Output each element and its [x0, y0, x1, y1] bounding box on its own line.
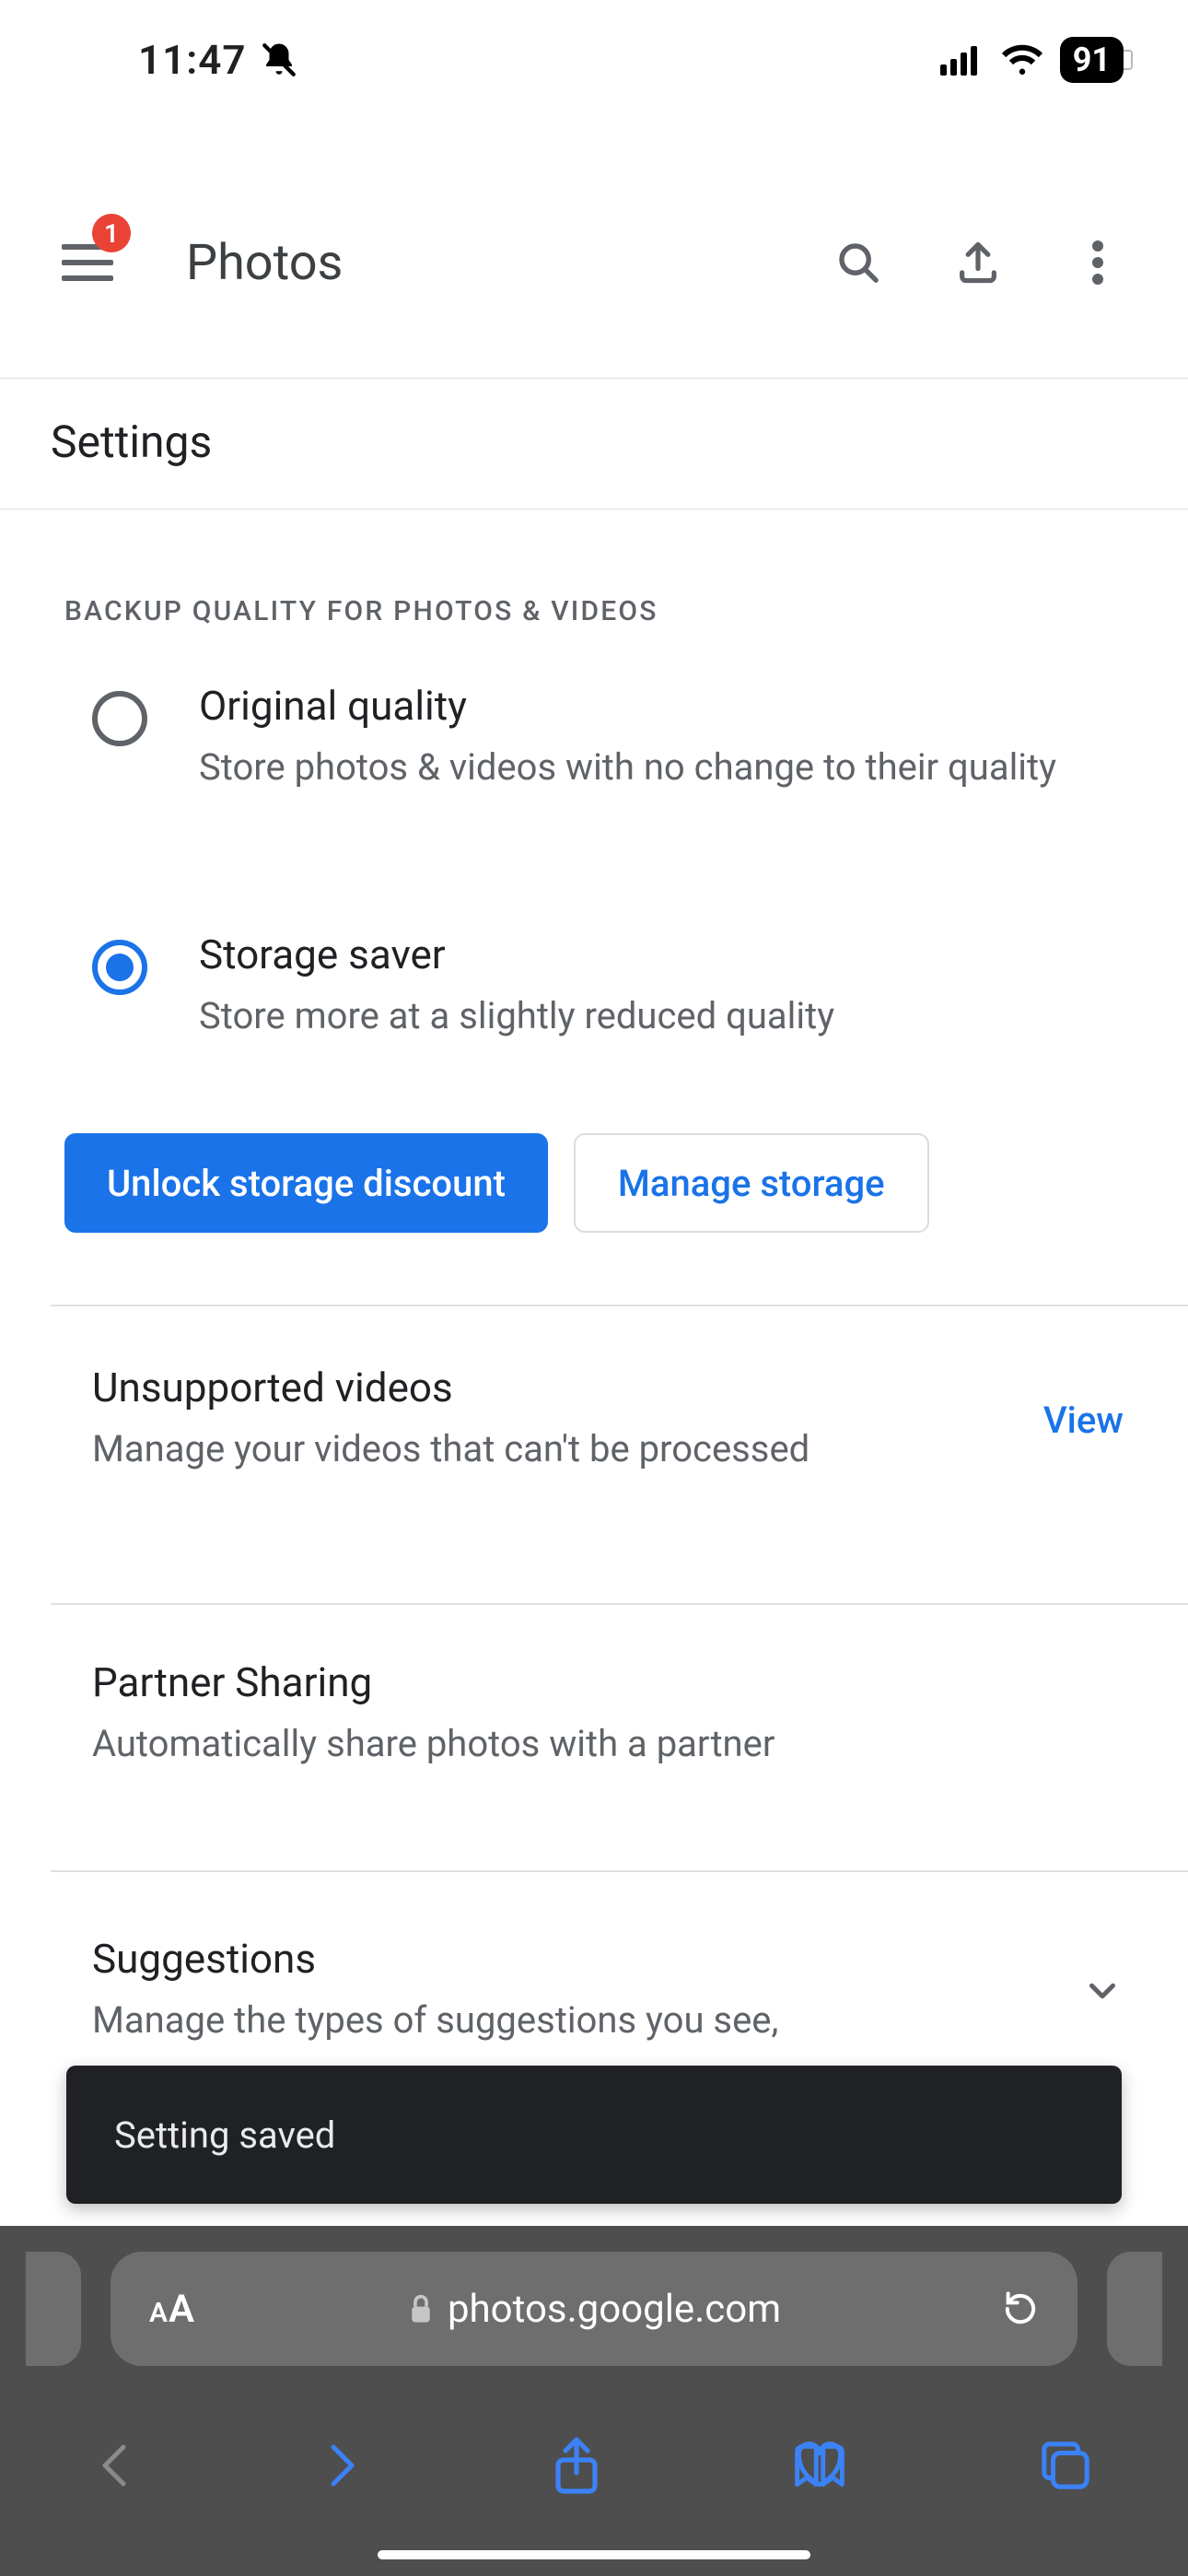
- page-title: Settings: [0, 378, 1188, 509]
- radio-row-original-quality[interactable]: Original quality Store photos & videos w…: [0, 682, 1188, 794]
- browser-chrome: AA photos.google.com: [0, 2226, 1188, 2576]
- url-text: photos.google.com: [448, 2287, 781, 2332]
- cellular-icon: [940, 44, 984, 76]
- search-icon[interactable]: [831, 235, 886, 290]
- tabs-icon[interactable]: [1039, 2439, 1092, 2492]
- row-title: Unsupported videos: [92, 1364, 1043, 1411]
- browser-toolbar: [0, 2401, 1188, 2530]
- address-bar[interactable]: AA photos.google.com: [111, 2252, 1077, 2366]
- forward-icon[interactable]: [324, 2441, 361, 2490]
- section-header-backup-quality: BACKUP QUALITY FOR PHOTOS & VIDEOS: [0, 562, 1188, 661]
- radio-title: Storage saver: [199, 931, 1124, 978]
- unlock-storage-discount-button[interactable]: Unlock storage discount: [64, 1133, 548, 1233]
- tab-peek-right[interactable]: [1107, 2252, 1162, 2366]
- app-title: Photos: [186, 234, 831, 292]
- row-subtitle: Automatically share photos with a partne…: [92, 1717, 903, 1771]
- button-row: Unlock storage discount Manage storage: [64, 1133, 929, 1233]
- share-icon[interactable]: [553, 2436, 600, 2495]
- radio-subtitle: Store more at a slightly reduced quality: [199, 989, 1124, 1043]
- status-time: 11:47: [138, 36, 247, 84]
- app-header: 1 Photos: [0, 193, 1188, 332]
- home-indicator[interactable]: [378, 2550, 810, 2559]
- upload-icon[interactable]: [950, 235, 1006, 290]
- bookmarks-icon[interactable]: [792, 2441, 847, 2490]
- battery-indicator: 91: [1060, 37, 1124, 83]
- row-title: Suggestions: [92, 1935, 1063, 1983]
- tab-peek-left[interactable]: [26, 2252, 81, 2366]
- view-link[interactable]: View: [1043, 1399, 1124, 1442]
- divider: [51, 1603, 1188, 1605]
- row-suggestions[interactable]: Suggestions Manage the types of suggesti…: [0, 1935, 1188, 2047]
- text-size-button[interactable]: AA: [149, 2287, 195, 2332]
- radio-title: Original quality: [199, 682, 1124, 730]
- silent-bell-icon: [260, 41, 298, 79]
- radio-checked-icon[interactable]: [92, 940, 147, 995]
- row-subtitle: Manage your videos that can't be process…: [92, 1423, 903, 1476]
- menu-button[interactable]: 1: [55, 230, 120, 295]
- row-subtitle: Manage the types of suggestions you see,: [92, 1994, 903, 2047]
- row-unsupported-videos[interactable]: Unsupported videos Manage your videos th…: [0, 1364, 1188, 1476]
- chevron-down-icon[interactable]: [1081, 1970, 1124, 2012]
- refresh-icon[interactable]: [1002, 2290, 1039, 2327]
- wifi-icon: [1001, 44, 1043, 76]
- divider: [51, 1305, 1188, 1306]
- manage-storage-button[interactable]: Manage storage: [574, 1133, 929, 1233]
- radio-row-storage-saver[interactable]: Storage saver Store more at a slightly r…: [0, 931, 1188, 1043]
- row-partner-sharing[interactable]: Partner Sharing Automatically share phot…: [0, 1658, 1188, 1771]
- toast-setting-saved: Setting saved: [66, 2066, 1122, 2204]
- lock-icon: [407, 2293, 435, 2324]
- row-title: Partner Sharing: [92, 1658, 1124, 1706]
- status-bar: 11:47 91: [0, 0, 1188, 120]
- divider: [51, 1870, 1188, 1872]
- overflow-menu-icon[interactable]: [1070, 235, 1125, 290]
- back-icon: [96, 2441, 133, 2490]
- radio-unchecked-icon[interactable]: [92, 691, 147, 746]
- menu-badge: 1: [92, 214, 131, 252]
- radio-subtitle: Store photos & videos with no change to …: [199, 741, 1124, 794]
